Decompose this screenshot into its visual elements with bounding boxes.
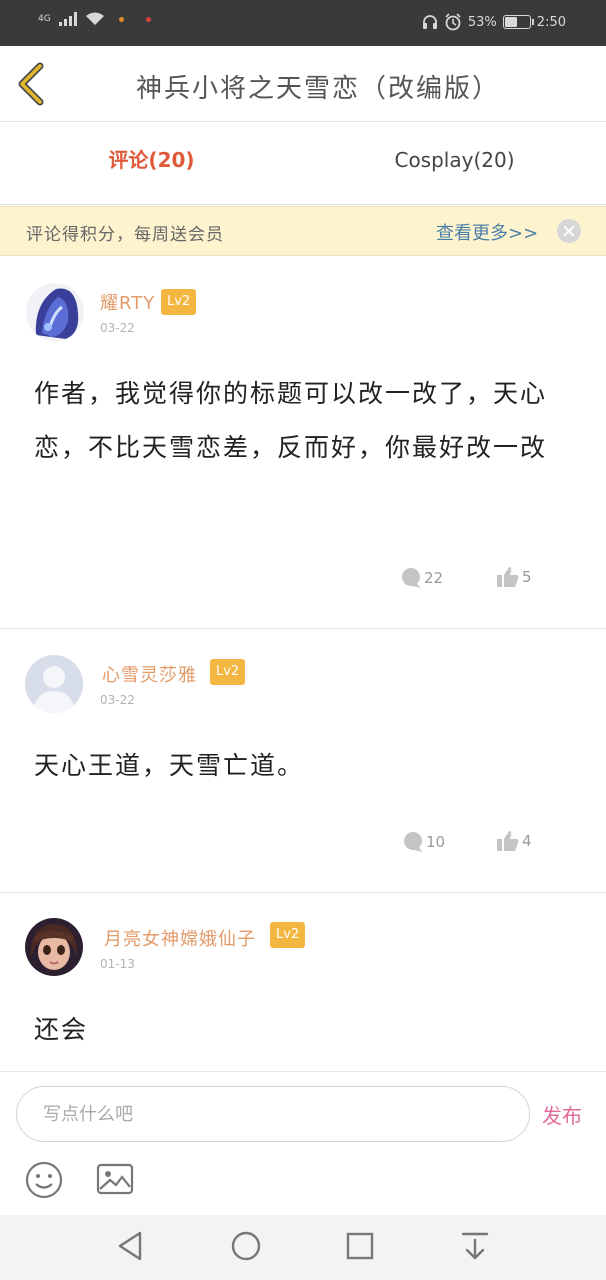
like-count: 5 <box>522 568 532 586</box>
nav-recents-icon[interactable] <box>343 1229 377 1263</box>
nav-home-icon[interactable] <box>229 1229 263 1263</box>
image-icon[interactable] <box>96 1162 134 1196</box>
comment-date: 01-13 <box>100 957 135 971</box>
thumbs-up-icon <box>497 831 519 851</box>
status-left: 4G <box>38 12 151 26</box>
reply-button[interactable]: 22 <box>400 567 443 589</box>
comment-item: 耀RTY Lv2 03-22 作者，我觉得你的标题可以改一改了，天心恋，不比天雪… <box>0 257 606 629</box>
thumbs-up-icon <box>497 567 519 587</box>
like-button[interactable]: 4 <box>496 829 532 853</box>
comment-bubble-icon <box>402 568 421 588</box>
comment-input[interactable] <box>16 1086 530 1142</box>
network-type: 4G <box>38 13 51 24</box>
username[interactable]: 月亮女神嫦娥仙子 <box>104 925 256 951</box>
level-badge: Lv2 <box>210 659 246 685</box>
close-icon[interactable] <box>557 219 581 243</box>
notice-banner: 评论得积分，每周送会员 查看更多>> <box>0 206 606 256</box>
alarm-icon <box>445 13 461 31</box>
clock: 2:50 <box>536 14 566 30</box>
emoji-icon[interactable] <box>24 1160 64 1200</box>
nav-notification-shade-icon[interactable] <box>458 1229 492 1263</box>
like-count: 4 <box>522 832 532 850</box>
avatar[interactable] <box>25 918 83 976</box>
chevron-left-icon <box>18 62 44 106</box>
tab-comments[interactable]: 评论(20) <box>0 123 303 204</box>
avatar[interactable] <box>26 283 84 341</box>
reply-count: 22 <box>424 569 444 587</box>
title-bar: 神兵小将之天雪恋（改编版） <box>0 46 606 122</box>
avatar[interactable] <box>25 655 83 713</box>
battery-icon <box>502 15 534 29</box>
back-button[interactable] <box>12 62 52 106</box>
default-avatar-icon <box>25 655 83 713</box>
like-button[interactable]: 5 <box>496 565 532 589</box>
level-badge: Lv2 <box>161 289 197 315</box>
username[interactable]: 心雪灵莎雅 <box>102 661 197 687</box>
tab-bar: 评论(20) Cosplay(20) <box>0 123 606 205</box>
avatar-image <box>26 283 84 341</box>
comment-item: 月亮女神嫦娥仙子 Lv2 01-13 还会 <box>0 893 606 1071</box>
reply-button[interactable]: 10 <box>402 831 445 853</box>
level-badge: Lv2 <box>270 922 306 948</box>
comment-text: 作者，我觉得你的标题可以改一改了，天心恋，不比天雪恋差，反而好，你最好改一改 <box>34 379 548 462</box>
comment-composer: 发布 <box>0 1071 606 1215</box>
nav-back-icon[interactable] <box>114 1229 148 1263</box>
page-title: 神兵小将之天雪恋（改编版） <box>135 74 500 104</box>
notification-dot-icon <box>118 16 124 22</box>
system-nav-bar <box>0 1215 606 1280</box>
comment-text: 还会 <box>34 1015 89 1044</box>
comment-date: 03-22 <box>100 321 135 335</box>
reply-count: 10 <box>426 833 446 851</box>
battery-level-fill <box>504 17 517 27</box>
publish-button[interactable]: 发布 <box>542 1100 582 1129</box>
avatar-image <box>25 918 83 976</box>
status-right: 53% 2:50 <box>422 13 566 31</box>
recording-dot-icon <box>145 16 151 22</box>
signal-icon <box>58 12 77 26</box>
view-more-link[interactable]: 查看更多>> <box>436 219 538 245</box>
wifi-icon <box>85 12 104 25</box>
battery-percent: 53% <box>467 14 497 30</box>
username[interactable]: 耀RTY <box>100 289 155 315</box>
comment-text: 天心王道，天雪亡道。 <box>34 751 305 780</box>
headphones-icon <box>422 15 437 29</box>
comment-item: 心雪灵莎雅 Lv2 03-22 天心王道，天雪亡道。 10 4 <box>0 629 606 893</box>
comment-date: 03-22 <box>100 693 135 707</box>
status-bar: 4G 53% 2:50 <box>0 0 606 46</box>
comment-bubble-icon <box>404 832 423 852</box>
tab-cosplay[interactable]: Cosplay(20) <box>303 123 606 204</box>
notice-text: 评论得积分，每周送会员 <box>26 225 224 245</box>
